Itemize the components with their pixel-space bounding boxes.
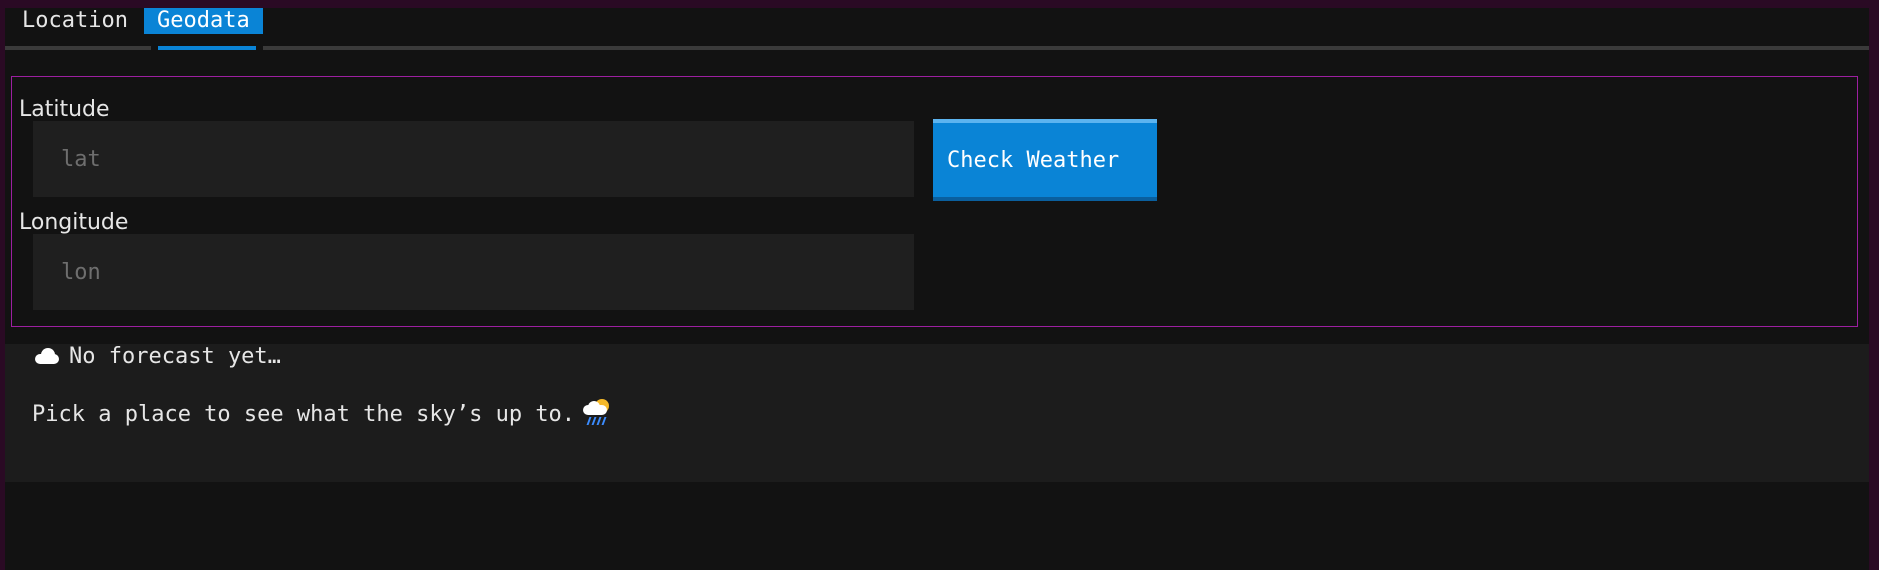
geodata-form: Latitude Longitude Check Weather — [11, 76, 1858, 327]
forecast-title: No forecast yet… — [33, 344, 281, 369]
app-window: Location Geodata Latitude Longitude Chec… — [5, 8, 1869, 570]
active-tab-indicator — [158, 46, 256, 50]
cloud-icon — [33, 348, 61, 364]
sun-rain-cloud-icon — [583, 399, 611, 427]
longitude-label: Longitude — [19, 210, 129, 235]
forecast-panel: No forecast yet… Pick a place to see wha… — [5, 344, 1869, 482]
latitude-label: Latitude — [19, 97, 110, 122]
tab-underline — [5, 46, 151, 50]
tab-underline — [263, 46, 1869, 50]
check-weather-button[interactable]: Check Weather — [933, 119, 1157, 201]
latitude-input[interactable] — [33, 121, 914, 197]
longitude-input[interactable] — [33, 234, 914, 310]
tab-geodata[interactable]: Geodata — [144, 8, 263, 34]
tab-location[interactable]: Location — [9, 8, 141, 34]
tab-bar: Location Geodata — [5, 8, 1869, 52]
forecast-message-text: Pick a place to see what the sky’s up to… — [32, 402, 576, 427]
forecast-message: Pick a place to see what the sky’s up to… — [32, 399, 611, 427]
forecast-title-text: No forecast yet… — [69, 344, 281, 369]
